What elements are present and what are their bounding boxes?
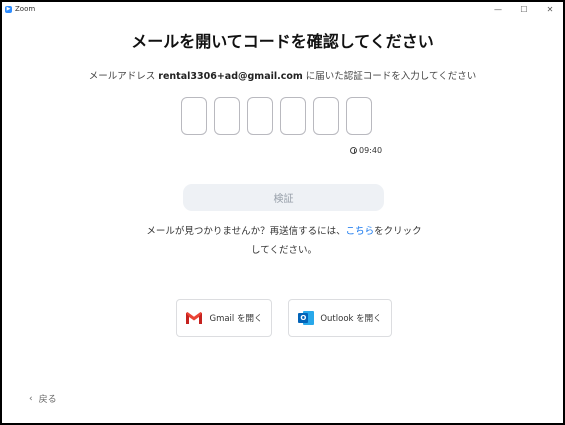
back-label: 戻る [38,395,57,405]
resend-help-text: メールが見つかりませんか？再送信するには、こちらをクリックしてください。 [142,222,426,260]
gmail-icon [186,312,203,324]
instruction-text: メールアドレス rental3306+ad@gmail.com に届いた認証コー… [2,68,563,82]
countdown-timer: 09:40 [350,146,382,155]
instruction-prefix: メールアドレス [88,71,159,82]
outlook-icon: O [298,310,315,326]
code-digit-input[interactable] [214,97,240,135]
timer-value: 09:40 [359,146,383,155]
open-gmail-button[interactable]: Gmail を開く [176,299,272,337]
back-button[interactable]: ‹ 戻る [29,392,57,406]
title-bar: ▶ Zoom — ☐ ✕ [2,2,563,16]
instruction-suffix: に届いた認証コードを入力してください [302,71,477,82]
window-title: Zoom [15,5,36,13]
chevron-left-icon: ‹ [29,393,33,404]
zoom-logo-icon: ▶ [5,5,12,13]
code-digit-input[interactable] [346,97,372,135]
page-title: メールを開いてコードを確認してください [131,32,434,51]
code-digit-input[interactable] [247,97,273,135]
close-button[interactable]: ✕ [537,2,563,16]
open-outlook-button[interactable]: O Outlook を開く [288,299,392,337]
outlook-button-label: Outlook を開く [320,314,382,324]
resend-link[interactable]: こちら [346,226,375,237]
clock-icon [350,147,357,154]
code-digit-input[interactable] [313,97,339,135]
verify-button[interactable]: 検証 [183,184,384,211]
code-digit-input[interactable] [280,97,306,135]
outlook-icon-letter: O [298,313,309,323]
email-address: rental3306+ad@gmail.com [158,71,303,82]
zoom-window: ▶ Zoom — ☐ ✕ メールを開いてコードを確認してください メールアドレス… [2,2,563,423]
resend-text-before: メールが見つかりませんか？再送信するには、 [146,226,346,237]
code-digit-input[interactable] [181,97,207,135]
maximize-button[interactable]: ☐ [511,2,537,16]
code-input-group [181,97,372,135]
gmail-button-label: Gmail を開く [209,314,263,324]
minimize-button[interactable]: — [485,2,511,16]
window-controls: — ☐ ✕ [485,2,563,16]
